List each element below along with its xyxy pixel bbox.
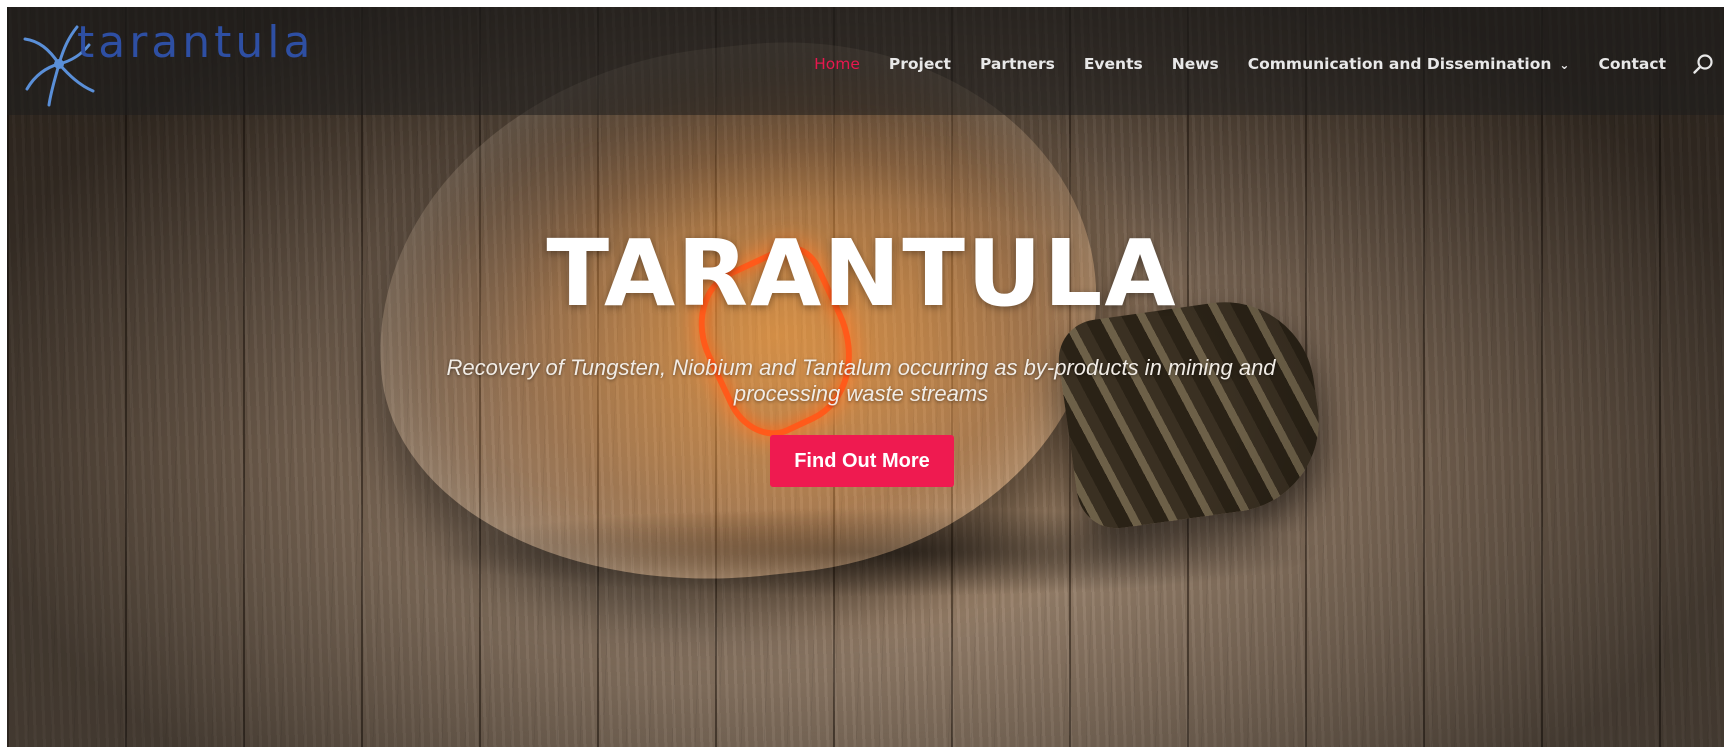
nav-item-project[interactable]: Project <box>889 55 951 73</box>
page: tarantula Home Project Partners Events N… <box>0 0 1724 747</box>
site-header: tarantula Home Project Partners Events N… <box>7 7 1724 115</box>
nav-item-communication-and-dissemination[interactable]: Communication and Dissemination ⌄ <box>1248 55 1570 73</box>
find-out-more-button[interactable]: Find Out More <box>770 435 954 487</box>
chevron-down-icon: ⌄ <box>1559 58 1570 72</box>
hero-subtitle: Recovery of Tungsten, Niobium and Tantal… <box>446 355 1276 406</box>
main-navigation: Home Project Partners Events News Commun… <box>785 53 1714 75</box>
nav-item-home[interactable]: Home <box>814 55 860 73</box>
hero-title: TARANTULA <box>546 220 1178 327</box>
nav-item-contact[interactable]: Contact <box>1598 55 1666 73</box>
search-icon[interactable] <box>1692 53 1714 75</box>
site-logo[interactable]: tarantula <box>17 13 317 108</box>
nav-item-news[interactable]: News <box>1172 55 1219 73</box>
nav-item-partners[interactable]: Partners <box>980 55 1055 73</box>
nav-item-label: Communication and Dissemination <box>1247 55 1552 73</box>
nav-item-events[interactable]: Events <box>1084 55 1143 73</box>
logo-text: tarantula <box>77 17 315 68</box>
